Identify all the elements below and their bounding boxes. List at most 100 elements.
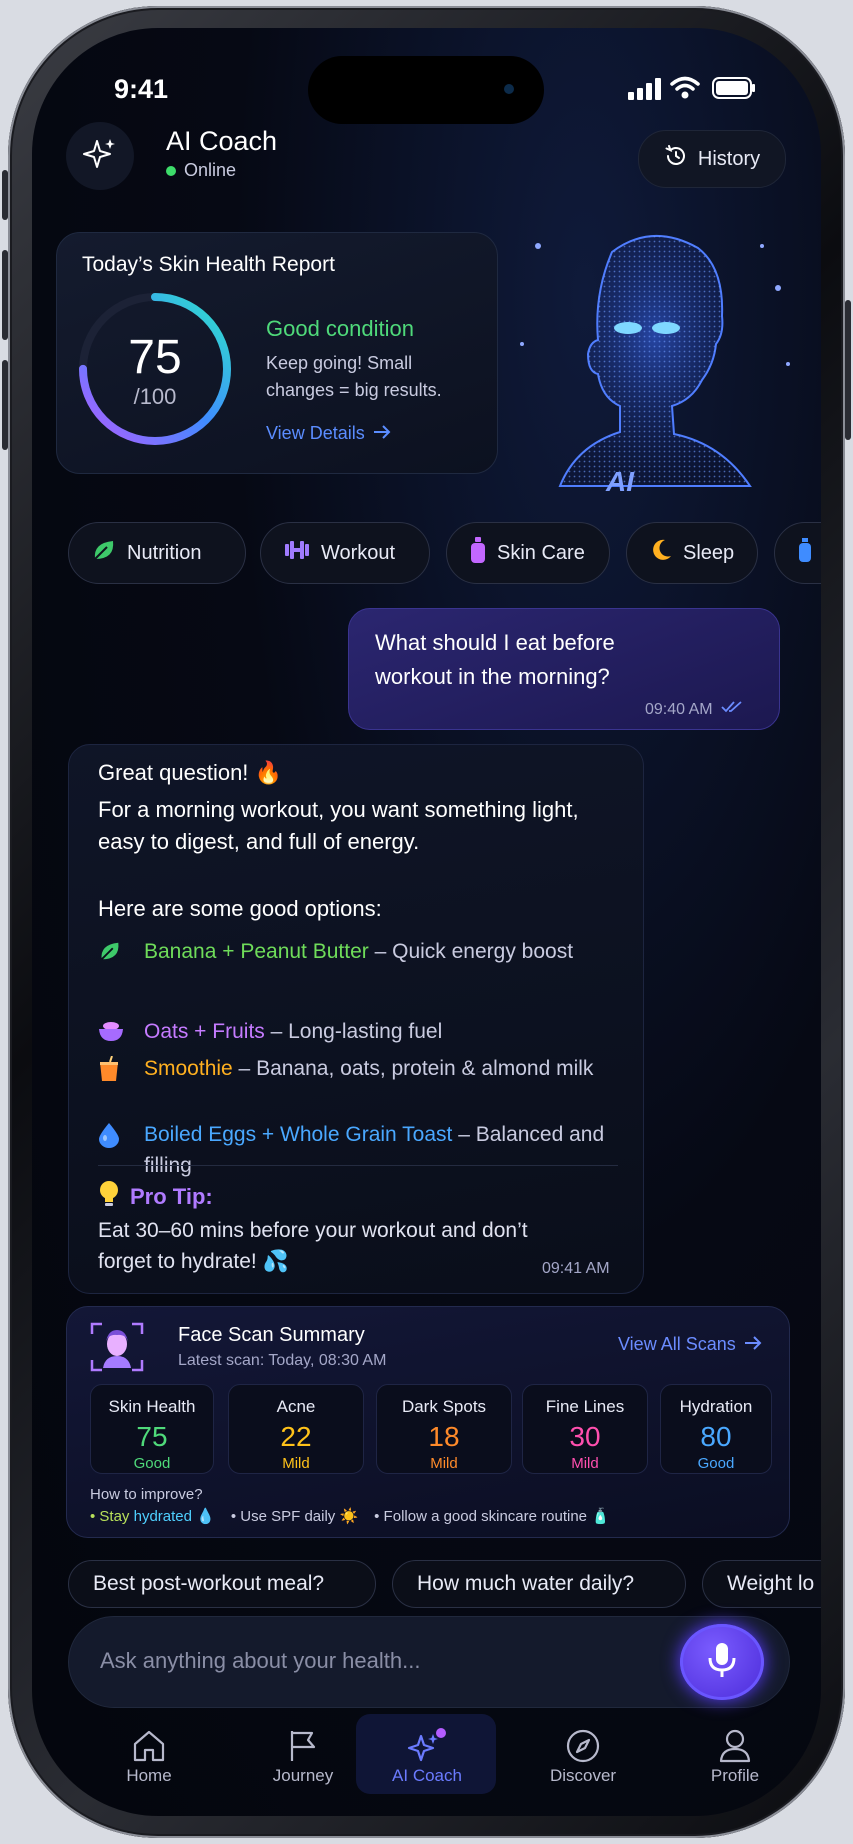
mic-button[interactable] [680, 1624, 764, 1700]
history-icon [664, 144, 688, 174]
pro-tip-text: Eat 30–60 mins before your workout and d… [98, 1219, 528, 1273]
pro-tip-header: Pro Tip: [98, 1180, 213, 1214]
tip-highlight: hydrated [133, 1508, 192, 1525]
chip-label: Nutrition [127, 541, 202, 564]
metric-label: Skin Health [108, 1397, 196, 1416]
improve-tip: • Use SPF daily ☀️ [230, 1508, 359, 1525]
divider [98, 1165, 618, 1166]
online-dot [166, 165, 176, 176]
chip-skin-care[interactable]: Skin Care [446, 522, 610, 584]
microphone-icon [707, 1642, 737, 1683]
view-all-scans-label: View All Scans [618, 1334, 736, 1354]
improve-title: How to improve? [90, 1486, 203, 1503]
moon-icon [649, 538, 673, 568]
tip-prefix: • Stay [90, 1508, 134, 1525]
page-title: AI Coach [166, 126, 278, 156]
volume-down-button [2, 360, 8, 450]
metric-card[interactable]: Skin Health 75 Good [90, 1384, 214, 1474]
tab-discover[interactable]: Discover [528, 1726, 638, 1786]
option-desc: – Banana, oats, protein & almond milk [232, 1057, 594, 1080]
metric-card[interactable]: Fine Lines 30 Mild [522, 1384, 648, 1474]
options-heading: Here are some good options: [98, 896, 382, 921]
suggestion-chip[interactable]: Best post-workout meal? [68, 1560, 376, 1608]
metric-label: Acne [276, 1397, 316, 1416]
history-button[interactable]: History [638, 130, 786, 188]
metric-card[interactable]: Hydration 80 Good [660, 1384, 772, 1474]
online-status: Online [166, 160, 236, 181]
tab-label: AI Coach [392, 1766, 462, 1785]
battery-icon [712, 76, 756, 105]
ai-coach-avatar [66, 122, 134, 190]
tab-label: Discover [549, 1766, 617, 1785]
score-max: /100 [133, 384, 177, 409]
option-item: Boiled Eggs + Whole Grain Toast – Balanc… [98, 1119, 618, 1181]
tab-journey[interactable]: Journey [248, 1726, 358, 1786]
tab-home[interactable]: Home [94, 1726, 204, 1786]
chip-label: Sleep [683, 541, 735, 564]
ai-badge: AI [606, 466, 634, 497]
metric-value: 22 [280, 1421, 312, 1452]
double-check-icon [720, 700, 743, 719]
tab-label: Profile [710, 1766, 760, 1785]
dumbbell-icon [283, 538, 311, 568]
option-desc: – Quick energy boost [368, 940, 574, 963]
option-item: Smoothie – Banana, oats, protein & almon… [98, 1053, 618, 1091]
report-title: Today’s Skin Health Report [82, 253, 335, 276]
leaf-icon [91, 537, 117, 569]
option-name: Oats + Fruits [144, 1020, 265, 1043]
history-label: History [697, 147, 761, 170]
metric-status: Mild [430, 1455, 458, 1472]
chip-workout[interactable]: Workout [260, 522, 430, 584]
status-time: 9:41 [114, 74, 169, 104]
cup-icon [98, 1053, 126, 1091]
suggestion-chip[interactable]: Weight lo [702, 1560, 821, 1608]
improve-tips: • Stay hydrated 💧 • Use SPF daily ☀️ • F… [90, 1507, 610, 1525]
metric-status: Good [697, 1455, 735, 1472]
metric-value: 80 [700, 1421, 732, 1452]
metric-card[interactable]: Acne 22 Mild [228, 1384, 364, 1474]
bowl-icon [98, 1016, 126, 1052]
option-item: Banana + Peanut Butter – Quick energy bo… [98, 936, 618, 972]
metric-label: Hydration [679, 1397, 753, 1416]
tab-label: Journey [272, 1766, 334, 1785]
home-icon [94, 1726, 204, 1766]
improve-tip: • Stay hydrated 💧 [90, 1507, 215, 1525]
option-name: Banana + Peanut Butter [144, 940, 369, 963]
metric-label: Dark Spots [401, 1397, 487, 1416]
improve-tip: • Follow a good skincare routine 🧴 [374, 1508, 610, 1525]
bottle-icon [469, 536, 487, 570]
silent-switch [2, 170, 8, 220]
chat-input-placeholder[interactable]: Ask anything about your health... [100, 1648, 420, 1674]
arrow-right-icon [373, 423, 391, 444]
ai-head-illustration [502, 224, 802, 492]
metric-card[interactable]: Dark Spots 18 Mild [376, 1384, 512, 1474]
volume-up-button [2, 250, 8, 340]
tab-profile[interactable]: Profile [680, 1726, 790, 1786]
option-name: Smoothie [144, 1057, 233, 1080]
view-details-link[interactable]: View Details [266, 423, 391, 444]
user-message-meta: 09:40 AM [645, 700, 743, 719]
chip-label: Workout [321, 541, 396, 564]
metric-value: 30 [569, 1421, 601, 1452]
chip-sleep[interactable]: Sleep [626, 522, 758, 584]
chip-label: Skin Care [497, 541, 585, 564]
user-message-time: 09:40 AM [645, 700, 713, 718]
suggestion-chip[interactable]: How much water daily? [392, 1560, 686, 1608]
ai-greeting: Great question! 🔥 [98, 760, 282, 785]
view-details-label: View Details [266, 423, 365, 443]
signal-icon [628, 78, 662, 105]
user-icon [680, 1726, 790, 1766]
sparkle-icon [83, 137, 117, 176]
option-item: Oats + Fruits – Long-lasting fuel [98, 1016, 618, 1052]
metric-status: Mild [282, 1455, 310, 1472]
view-all-scans-link[interactable]: View All Scans [618, 1334, 762, 1355]
dynamic-island [308, 56, 544, 124]
option-desc: – Long-lasting fuel [264, 1020, 443, 1043]
tab-ai-coach[interactable]: AI Coach [372, 1726, 482, 1786]
chip-nutrition[interactable]: Nutrition [68, 522, 246, 584]
metric-status: Mild [571, 1455, 599, 1472]
compass-icon [528, 1726, 638, 1766]
arrow-right-icon [744, 1334, 762, 1355]
face-scan-subtitle: Latest scan: Today, 08:30 AM [178, 1352, 387, 1369]
chip-hydration[interactable] [774, 522, 821, 584]
